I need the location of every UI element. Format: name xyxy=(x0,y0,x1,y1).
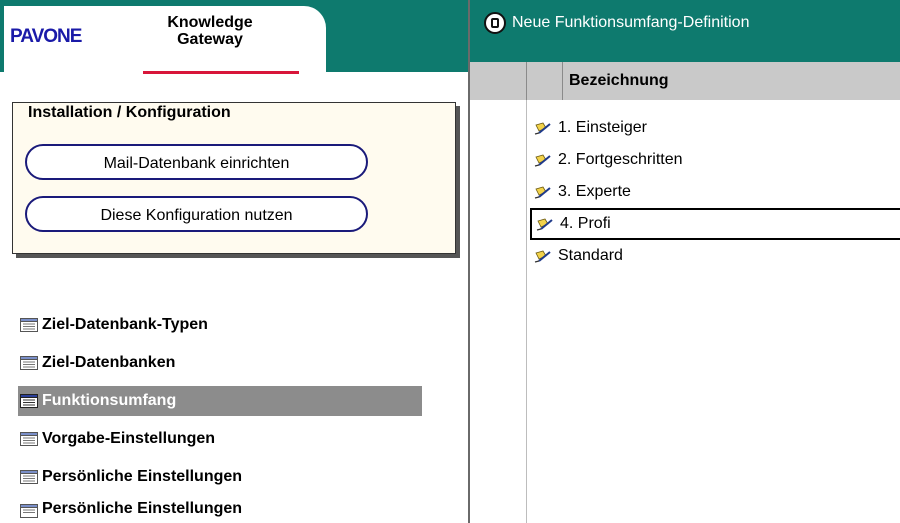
column-header-row: Bezeichnung xyxy=(470,62,900,100)
new-definition-action[interactable]: Neue Funktionsumfang-Definition xyxy=(484,12,749,34)
nav-item-persoenliche-einstellungen-2[interactable]: Persönliche Einstellungen xyxy=(18,496,422,518)
product-title: Knowledge Gateway xyxy=(150,14,270,48)
view-icon xyxy=(20,432,38,446)
selection-margin-line xyxy=(526,100,527,523)
list-item[interactable]: 3. Experte xyxy=(530,176,900,208)
column-header-bezeichnung[interactable]: Bezeichnung xyxy=(569,72,669,90)
installation-title: Installation / Konfiguration xyxy=(28,104,231,121)
nav-label: Vorgabe-Einstellungen xyxy=(42,430,216,447)
column-separator xyxy=(526,62,527,100)
list-item[interactable]: 1. Einsteiger xyxy=(530,112,900,144)
pavone-logo: PAVONE xyxy=(10,26,82,47)
view-icon xyxy=(20,318,38,332)
row-label: 2. Fortgeschritten xyxy=(558,151,683,168)
document-list: 1. Einsteiger 2. Fortgeschritten 3. Expe… xyxy=(530,112,900,272)
nav-item-ziel-datenbanken[interactable]: Ziel-Datenbanken xyxy=(18,344,422,382)
nav-label: Persönliche Einstellungen xyxy=(42,468,243,485)
document-pen-icon xyxy=(536,218,553,231)
use-configuration-button[interactable]: Diese Konfiguration nutzen xyxy=(25,196,368,232)
row-label: 1. Einsteiger xyxy=(558,119,647,136)
nav-item-ziel-datenbank-typen[interactable]: Ziel-Datenbank-Typen xyxy=(18,306,422,344)
view-icon xyxy=(20,470,38,484)
nav-item-persoenliche-einstellungen[interactable]: Persönliche Einstellungen xyxy=(18,458,422,496)
view-navigation: Ziel-Datenbank-Typen Ziel-Datenbanken Fu… xyxy=(18,306,422,518)
row-label: 3. Experte xyxy=(558,183,631,200)
nav-label: Ziel-Datenbank-Typen xyxy=(42,316,208,333)
document-pen-icon xyxy=(534,186,551,199)
row-label: Standard xyxy=(558,247,623,264)
row-label: 4. Profi xyxy=(560,215,611,232)
view-icon xyxy=(20,356,38,370)
title-underline xyxy=(143,71,299,74)
action-label: Neue Funktionsumfang-Definition xyxy=(512,14,750,31)
nav-item-funktionsumfang[interactable]: Funktionsumfang xyxy=(18,386,422,416)
list-item[interactable]: 2. Fortgeschritten xyxy=(530,144,900,176)
list-item-selected[interactable]: 4. Profi xyxy=(530,208,900,240)
nav-item-vorgabe-einstellungen[interactable]: Vorgabe-Einstellungen xyxy=(18,420,422,458)
document-pen-icon xyxy=(534,250,551,263)
setup-mail-database-button[interactable]: Mail-Datenbank einrichten xyxy=(25,144,368,180)
column-separator xyxy=(562,62,563,100)
nav-label: Funktionsumfang xyxy=(42,392,177,409)
product-title-line1: Knowledge xyxy=(167,14,253,31)
product-title-line2: Gateway xyxy=(177,31,243,48)
navigator-pane: PAVONE Knowledge Gateway Installation / … xyxy=(0,0,468,523)
view-pane: Neue Funktionsumfang-Definition Bezeichn… xyxy=(470,0,900,523)
view-icon xyxy=(20,394,38,408)
view-icon xyxy=(20,504,38,518)
new-document-icon xyxy=(484,12,506,34)
nav-label: Ziel-Datenbanken xyxy=(42,354,176,371)
list-item[interactable]: Standard xyxy=(530,240,900,272)
nav-label: Persönliche Einstellungen xyxy=(42,500,243,517)
document-pen-icon xyxy=(534,122,551,135)
document-pen-icon xyxy=(534,154,551,167)
